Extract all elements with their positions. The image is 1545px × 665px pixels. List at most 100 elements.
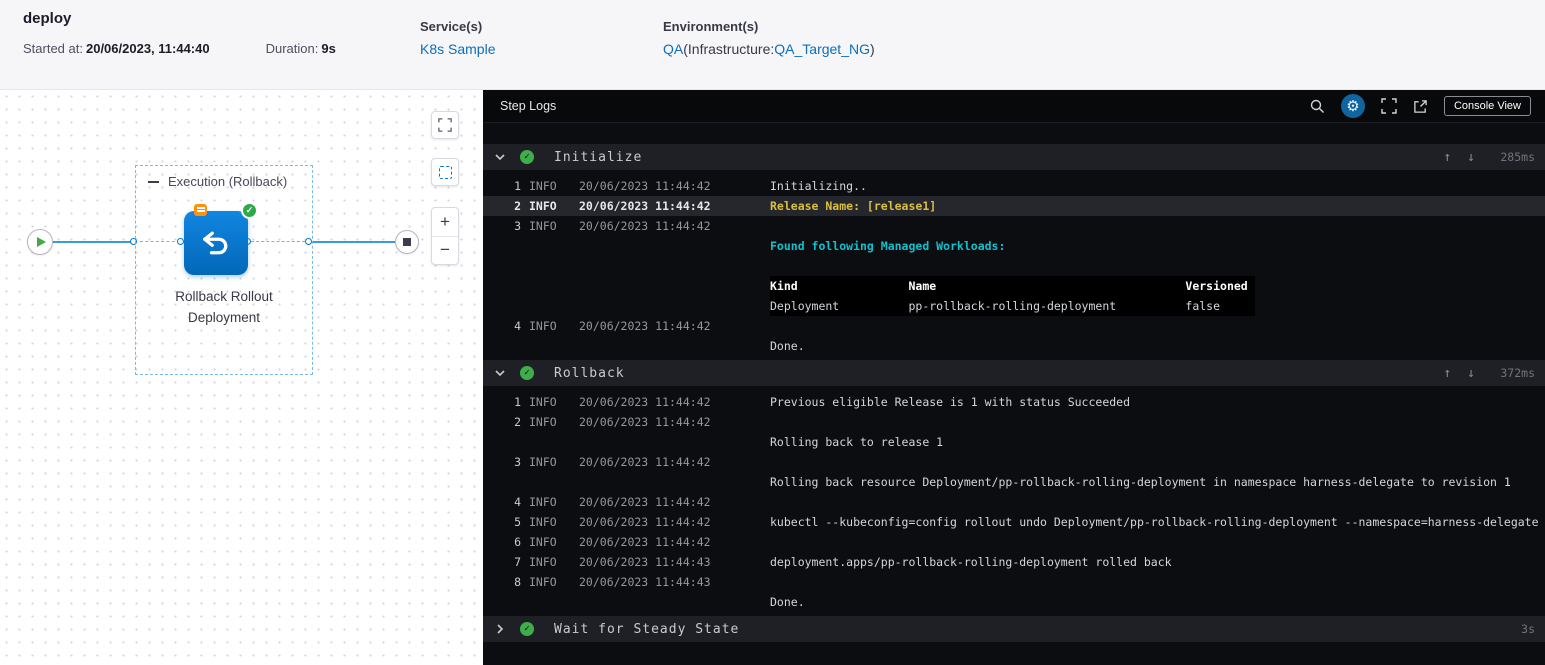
log-timestamp xyxy=(579,472,762,492)
log-section-initialize: ✓ Initialize ↑ ↓ 285ms 1 INFO 20/06/2023… xyxy=(483,144,1545,360)
step-type-badge-icon xyxy=(194,204,207,216)
log-message: Deployment pp-rollback-rolling-deploymen… xyxy=(770,296,1255,316)
log-line-number: 5 xyxy=(514,515,521,529)
log-line-number xyxy=(483,236,521,256)
log-line[interactable]: 8 INFO 20/06/2023 11:44:43 xyxy=(483,572,1545,592)
log-line-number xyxy=(483,336,521,356)
log-line[interactable]: Done. xyxy=(483,592,1545,612)
section-title: Wait for Steady State xyxy=(554,621,740,637)
log-level: INFO xyxy=(529,455,557,469)
expand-logs-icon[interactable] xyxy=(1381,98,1397,114)
settings-gear-icon[interactable]: ⚙ xyxy=(1340,94,1365,118)
log-line[interactable]: 2 INFO 20/06/2023 11:44:42 Release Name:… xyxy=(483,196,1545,216)
collapse-icon[interactable] xyxy=(148,180,159,183)
section-duration: 3s xyxy=(1521,622,1535,636)
open-in-new-icon[interactable] xyxy=(1413,99,1428,114)
step-label-line2: Deployment xyxy=(187,310,261,325)
scroll-to-top-icon[interactable]: ↑ xyxy=(1443,366,1451,381)
edge-group-to-end xyxy=(312,241,395,243)
log-line-number: 7 xyxy=(514,555,521,569)
canvas-selection-button[interactable] xyxy=(431,158,459,186)
log-message: Previous eligible Release is 1 with stat… xyxy=(770,395,1131,409)
section-success-icon: ✓ xyxy=(520,150,534,164)
log-line[interactable]: Kind Name Versioned xyxy=(483,276,1545,296)
log-level: INFO xyxy=(529,199,557,213)
log-message: Initializing.. xyxy=(770,179,867,193)
log-timestamp: 20/06/2023 11:44:42 xyxy=(579,455,711,469)
section-title: Rollback xyxy=(554,365,625,381)
log-timestamp xyxy=(579,236,762,256)
log-line[interactable]: 6 INFO 20/06/2023 11:44:42 xyxy=(483,532,1545,552)
log-line[interactable]: Rolling back to release 1 xyxy=(483,432,1545,452)
section-title: Initialize xyxy=(554,149,643,165)
log-line-number xyxy=(483,592,521,612)
section-header-rollback[interactable]: ✓ Rollback ↑ ↓ 372ms xyxy=(483,360,1545,386)
step-label: Rollback Rollout Deployment xyxy=(136,286,312,328)
scroll-to-top-icon[interactable]: ↑ xyxy=(1443,150,1451,165)
log-line[interactable]: 3 INFO 20/06/2023 11:44:42 xyxy=(483,216,1545,236)
infrastructure-link[interactable]: QA_Target_NG xyxy=(774,41,870,57)
log-line[interactable]: Deployment pp-rollback-rolling-deploymen… xyxy=(483,296,1545,316)
log-level: INFO xyxy=(529,219,557,233)
log-message: Rolling back resource Deployment/pp-roll… xyxy=(770,475,1511,489)
log-line[interactable]: 2 INFO 20/06/2023 11:44:42 xyxy=(483,412,1545,432)
group-label-text: Execution (Rollback) xyxy=(168,174,288,189)
log-level: INFO xyxy=(529,179,557,193)
execution-group[interactable]: Execution (Rollback) ✓ Rollback Rollout … xyxy=(135,165,313,375)
log-line[interactable]: Done. xyxy=(483,336,1545,356)
section-duration: 285ms xyxy=(1500,150,1535,164)
log-line[interactable]: 3 INFO 20/06/2023 11:44:42 xyxy=(483,452,1545,472)
log-timestamp: 20/06/2023 11:44:42 xyxy=(579,535,711,549)
log-line[interactable]: 4 INFO 20/06/2023 11:44:42 xyxy=(483,492,1545,512)
section-success-icon: ✓ xyxy=(520,622,534,636)
log-line[interactable]: 1 INFO 20/06/2023 11:44:42 Initializing.… xyxy=(483,176,1545,196)
log-timestamp xyxy=(579,432,762,452)
rollback-step-node[interactable]: ✓ xyxy=(184,202,258,275)
log-timestamp: 20/06/2023 11:44:43 xyxy=(579,555,711,569)
search-icon[interactable] xyxy=(1309,98,1325,114)
environment-link[interactable]: QA xyxy=(663,41,683,57)
log-line[interactable]: Rolling back resource Deployment/pp-roll… xyxy=(483,472,1545,492)
canvas-fullscreen-button[interactable] xyxy=(431,111,459,139)
console-title: Step Logs xyxy=(500,99,557,113)
log-line-number: 1 xyxy=(514,395,521,409)
zoom-controls: + − xyxy=(431,207,459,265)
fullscreen-icon xyxy=(438,118,452,132)
section-header-initialize[interactable]: ✓ Initialize ↑ ↓ 285ms xyxy=(483,144,1545,170)
started-at-value: 20/06/2023, 11:44:40 xyxy=(85,41,210,56)
step-label-line1: Rollback Rollout xyxy=(175,289,273,304)
log-line[interactable]: 5 INFO 20/06/2023 11:44:42 kubectl --kub… xyxy=(483,512,1545,532)
log-line-number: 2 xyxy=(514,199,521,213)
chevron-right-icon[interactable] xyxy=(494,624,506,634)
log-timestamp: 20/06/2023 11:44:42 xyxy=(579,515,711,529)
log-level: INFO xyxy=(529,535,557,549)
log-timestamp xyxy=(579,336,762,356)
chevron-down-icon[interactable] xyxy=(495,367,505,379)
log-lines: 1 INFO 20/06/2023 11:44:42 Initializing.… xyxy=(483,170,1545,360)
zoom-in-button[interactable]: + xyxy=(432,208,458,237)
log-level: INFO xyxy=(529,495,557,509)
log-message: deployment.apps/pp-rollback-rolling-depl… xyxy=(770,555,1172,569)
scroll-to-bottom-icon[interactable]: ↓ xyxy=(1467,150,1475,165)
log-timestamp: 20/06/2023 11:44:42 xyxy=(579,199,711,213)
log-line[interactable]: 4 INFO 20/06/2023 11:44:42 xyxy=(483,316,1545,336)
pipeline-canvas[interactable]: Execution (Rollback) ✓ Rollback Rollout … xyxy=(0,90,483,665)
log-timestamp: 20/06/2023 11:44:42 xyxy=(579,495,711,509)
log-line[interactable] xyxy=(483,256,1545,276)
section-header-wait-for-steady-state[interactable]: ✓ Wait for Steady State 3s xyxy=(483,616,1545,642)
edge-start-to-group xyxy=(53,241,133,243)
log-line-number: 3 xyxy=(514,455,521,469)
log-level xyxy=(529,276,571,296)
zoom-out-button[interactable]: − xyxy=(432,237,458,265)
log-level: INFO xyxy=(529,515,557,529)
log-line[interactable]: Found following Managed Workloads: xyxy=(483,236,1545,256)
log-line[interactable]: 1 INFO 20/06/2023 11:44:42 Previous elig… xyxy=(483,392,1545,412)
log-line[interactable]: 7 INFO 20/06/2023 11:44:43 deployment.ap… xyxy=(483,552,1545,572)
chevron-down-icon[interactable] xyxy=(495,151,505,163)
duration: Duration: 9s xyxy=(266,41,336,56)
console-view-button[interactable]: Console View xyxy=(1443,96,1531,116)
execution-group-label[interactable]: Execution (Rollback) xyxy=(148,174,287,189)
service-link[interactable]: K8s Sample xyxy=(420,41,495,57)
scroll-to-bottom-icon[interactable]: ↓ xyxy=(1467,366,1475,381)
duration-value: 9s xyxy=(321,41,336,56)
